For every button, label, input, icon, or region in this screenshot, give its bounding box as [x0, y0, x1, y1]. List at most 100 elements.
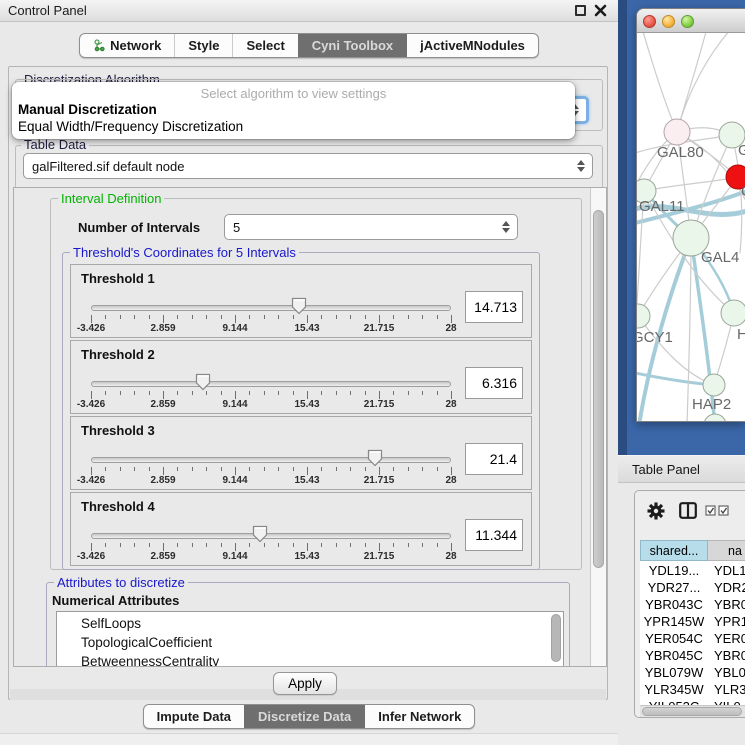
top-tab-bar: Network Style Select Cyni Toolbox jActiv…: [0, 33, 618, 58]
table-row[interactable]: YBL079WYBL0: [640, 665, 745, 682]
slider-minor-tick: [350, 391, 351, 395]
tab-cyni-toolbox[interactable]: Cyni Toolbox: [298, 34, 406, 57]
network-node-hap2[interactable]: [703, 374, 725, 396]
list-scrollbar[interactable]: [551, 614, 561, 662]
network-window-titlebar[interactable]: [637, 9, 745, 33]
checkbox-columns-icon[interactable]: [705, 505, 731, 516]
numerical-attributes-list[interactable]: SelfLoopsTopologicalCoefficientBetweenne…: [56, 611, 564, 667]
slider-minor-tick: [249, 391, 250, 395]
minimize-traffic-light-icon[interactable]: [662, 15, 675, 28]
slider-tick-label: -3.426: [77, 323, 105, 334]
threshold-slider-track[interactable]: [91, 457, 451, 463]
slider-minor-tick: [293, 391, 294, 395]
number-of-intervals-combobox[interactable]: 5: [224, 214, 518, 240]
slider-minor-tick: [264, 543, 265, 547]
network-node-h[interactable]: [721, 300, 745, 326]
column-header-name[interactable]: na: [708, 540, 745, 561]
close-icon[interactable]: [594, 4, 607, 17]
tab-jactivemnodules[interactable]: jActiveMNodules: [406, 34, 538, 57]
slider-minor-tick: [206, 467, 207, 471]
table-toolbar: [635, 491, 745, 533]
slider-minor-tick: [278, 315, 279, 319]
threshold-slider-track[interactable]: [91, 533, 451, 539]
control-panel: Control Panel Network Style Select: [0, 0, 618, 745]
attribute-list-item[interactable]: SelfLoops: [57, 614, 563, 633]
slider-major-tick: [451, 315, 452, 323]
table-row[interactable]: YBR043CYBR0: [640, 597, 745, 614]
tab-infer-network[interactable]: Infer Network: [364, 705, 474, 728]
threshold-panel: Threshold 4-3.4262.8599.14415.4321.71528…: [70, 492, 532, 566]
threshold-value-field[interactable]: 11.344: [465, 519, 523, 551]
columns-icon[interactable]: [679, 502, 697, 519]
vertical-scrollbar-track[interactable]: [590, 188, 606, 666]
slider-minor-tick: [350, 543, 351, 547]
network-edge[interactable]: [642, 33, 677, 132]
network-node[interactable]: [704, 414, 726, 422]
threshold-value-field[interactable]: 14.713: [465, 291, 523, 323]
slider-tick-label: 9.144: [222, 475, 247, 486]
tab-network[interactable]: Network: [80, 34, 174, 57]
threshold-panel: Threshold 1-3.4262.8599.14415.4321.71528…: [70, 264, 532, 338]
slider-tick-label: 15.43: [294, 475, 319, 486]
network-edge[interactable]: [677, 33, 707, 132]
vertical-scrollbar-thumb[interactable]: [593, 210, 604, 568]
gear-icon[interactable]: [647, 502, 665, 520]
tab-style[interactable]: Style: [174, 34, 232, 57]
combo-stepper-icon[interactable]: [577, 160, 585, 172]
attribute-list-item[interactable]: TopologicalCoefficient: [57, 633, 563, 652]
horizontal-scrollbar-thumb[interactable]: [642, 707, 742, 716]
slider-minor-tick: [206, 543, 207, 547]
table-row[interactable]: YLR345WYLR3: [640, 682, 745, 699]
slider-major-tick: [379, 391, 380, 399]
network-edge[interactable]: [677, 33, 732, 132]
network-edge[interactable]: [644, 177, 738, 191]
tab-label: Discretize Data: [258, 705, 351, 728]
threshold-slider-track[interactable]: [91, 381, 451, 387]
table-row[interactable]: YDL19...YDL1: [640, 563, 745, 580]
apply-button[interactable]: Apply: [273, 672, 337, 695]
slider-minor-tick: [437, 543, 438, 547]
slider-major-tick: [235, 467, 236, 475]
slider-minor-tick: [192, 315, 193, 319]
table-data-combobox[interactable]: galFiltered.sif default node: [23, 153, 593, 179]
threshold-slider-handle[interactable]: [252, 525, 268, 543]
slider-minor-tick: [336, 391, 337, 395]
tab-impute-data[interactable]: Impute Data: [144, 705, 244, 728]
table-row[interactable]: YPR145WYPR1: [640, 614, 745, 631]
dropdown-item-equal-width-frequency[interactable]: Equal Width/Frequency Discretization: [18, 119, 243, 134]
network-node-gal80[interactable]: [664, 119, 690, 145]
dropdown-item-manual-discretization[interactable]: Manual Discretization: [18, 102, 157, 117]
slider-tick-label: 21.715: [364, 399, 395, 410]
close-traffic-light-icon[interactable]: [643, 15, 656, 28]
threshold-value-field[interactable]: 6.316: [465, 367, 523, 399]
node-table[interactable]: YDL19...YDL1YDR27...YDR2YBR043CYBR0YPR14…: [640, 561, 745, 705]
combo-stepper-icon[interactable]: [502, 221, 510, 233]
slider-minor-tick: [206, 315, 207, 319]
tab-discretize-data[interactable]: Discretize Data: [244, 705, 364, 728]
column-header-shared-name[interactable]: shared...: [640, 540, 708, 561]
threshold-slider-handle[interactable]: [367, 449, 383, 467]
horizontal-scrollbar-track[interactable]: [640, 705, 745, 717]
table-row[interactable]: YBR045CYBR0: [640, 648, 745, 665]
number-of-intervals-value: 5: [233, 220, 240, 235]
threshold-slider-handle[interactable]: [291, 297, 307, 315]
network-canvas[interactable]: GAL80GCGAL11GAL4GCY1HHAP2: [637, 33, 745, 422]
slider-minor-tick: [408, 315, 409, 319]
slider-major-tick: [379, 543, 380, 551]
zoom-traffic-light-icon[interactable]: [681, 15, 694, 28]
attribute-list-item[interactable]: BetweennessCentrality: [57, 652, 563, 667]
table-row[interactable]: YER054CYER0: [640, 631, 745, 648]
dropdown-placeholder-item[interactable]: Select algorithm to view settings: [12, 86, 575, 101]
threshold-slider-handle[interactable]: [195, 373, 211, 391]
slider-minor-tick: [134, 391, 135, 395]
tab-select[interactable]: Select: [232, 34, 297, 57]
network-node-label: GCY1: [637, 329, 673, 346]
float-window-icon[interactable]: [575, 5, 586, 16]
network-view-window[interactable]: GAL80GCGAL11GAL4GCY1HHAP2: [636, 8, 745, 422]
threshold-value-field[interactable]: 21.4: [465, 443, 523, 475]
threshold-slider-track[interactable]: [91, 305, 451, 311]
slider-major-tick: [235, 315, 236, 323]
network-node-gcy1[interactable]: [637, 304, 650, 328]
table-row[interactable]: YDR27...YDR2: [640, 580, 745, 597]
slider-tick-label: 2.859: [150, 323, 175, 334]
